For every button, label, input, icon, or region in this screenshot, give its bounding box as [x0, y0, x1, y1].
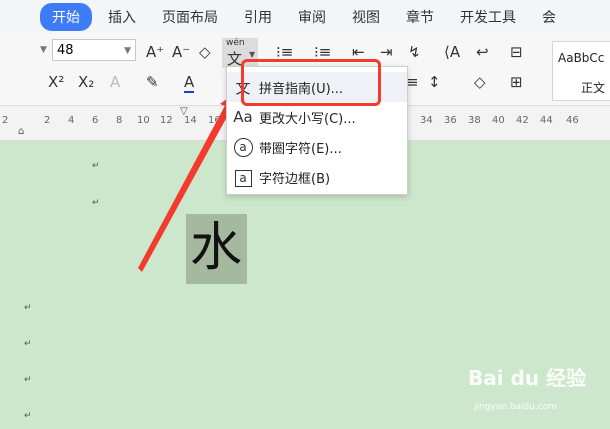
menu-item-change-case[interactable]: Aa 更改大小写(C)... [227, 102, 407, 132]
enclosed-character-icon: a [227, 137, 259, 157]
menu-item-enclose-characters[interactable]: a 带圈字符(E)... [227, 132, 407, 162]
arrow-shaft [138, 100, 234, 272]
baidu-watermark: Bai du 经验 jingyan.baidu.com [468, 362, 587, 412]
watermark-brand: Bai du 经验 [468, 366, 587, 390]
menu-item-label: 字符边框(B) [259, 171, 331, 187]
watermark-url: jingyan.baidu.com [474, 402, 558, 412]
menu-item-label: 带圈字符(E)... [259, 141, 342, 157]
menu-item-character-border[interactable]: a 字符边框(B) [227, 162, 407, 192]
menu-item-label: 更改大小写(C)... [259, 111, 356, 127]
red-highlight-box [241, 59, 381, 106]
change-case-icon: Aa [233, 108, 253, 126]
character-border-icon: a [227, 168, 259, 187]
